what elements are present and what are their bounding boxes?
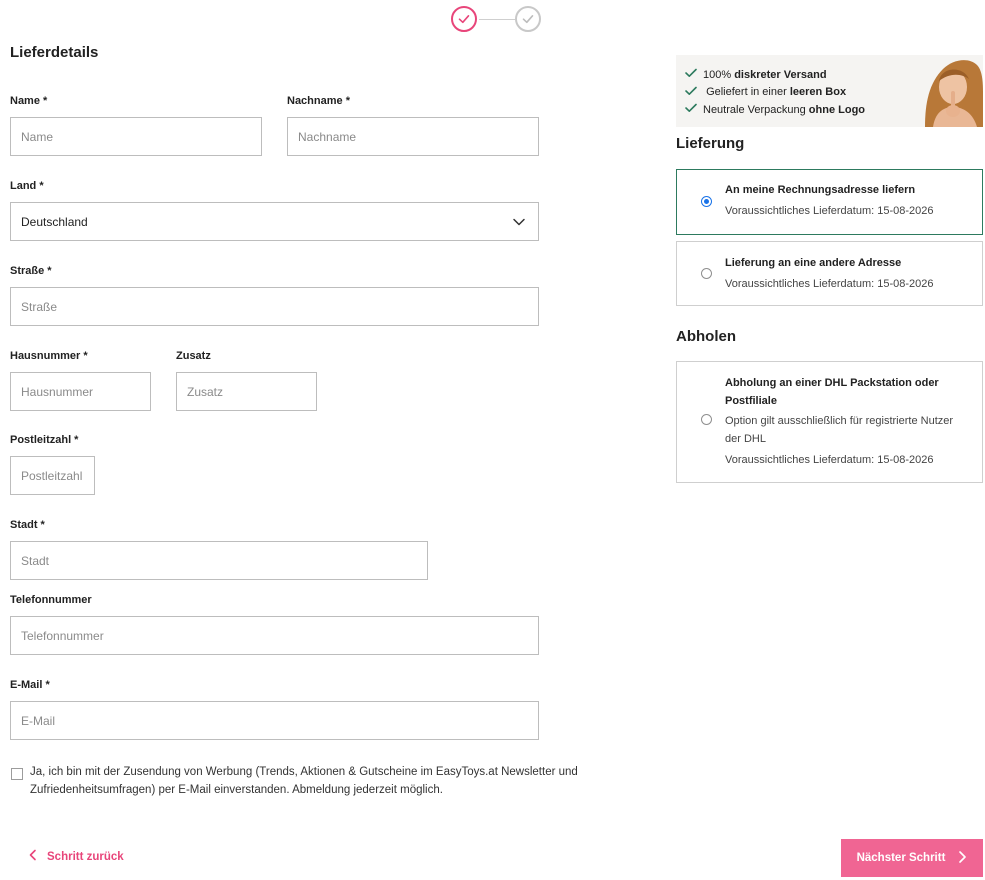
check-icon (685, 103, 697, 116)
street-label: Straße * (10, 265, 52, 277)
discreet-shipping-banner: 100% diskreter Versand Geliefert in eine… (676, 55, 983, 127)
country-select-value: Deutschland (21, 214, 88, 229)
country-select[interactable]: Deutschland (10, 202, 539, 241)
back-step-link[interactable]: Schritt zurück (28, 849, 124, 864)
woman-photo (911, 55, 983, 127)
zip-label: Postleitzahl * (10, 434, 79, 446)
banner-item-text: 100% diskreter Versand (703, 68, 827, 81)
delivery-option-billing-address[interactable]: An meine Rechnungsadresse liefern Voraus… (676, 169, 983, 235)
addition-input[interactable] (176, 372, 317, 411)
pickup-title: Abholen (676, 328, 736, 345)
banner-item-text: Geliefert in einer leeren Box (706, 86, 847, 99)
delivery-option-radio[interactable] (701, 196, 712, 207)
step-connector (479, 19, 515, 20)
email-input[interactable] (10, 701, 539, 740)
checkout-stepper (451, 6, 543, 34)
step-2-check-icon (515, 6, 541, 32)
back-step-label: Schritt zurück (47, 850, 124, 863)
house-number-input[interactable] (10, 372, 151, 411)
city-label: Stadt * (10, 519, 45, 531)
newsletter-checkbox[interactable] (11, 768, 23, 780)
name-input[interactable] (10, 117, 262, 156)
house-number-label: Hausnummer * (10, 350, 88, 362)
addition-label: Zusatz (176, 350, 211, 362)
pickup-option-title-line1: Abholung an einer DHL Packstation oder (725, 377, 939, 389)
chevron-down-icon (512, 215, 526, 232)
country-label: Land * (10, 180, 44, 192)
pickup-option-note-line2: der DHL (725, 433, 766, 445)
delivery-option-title: An meine Rechnungsadresse liefern (725, 184, 916, 196)
delivery-option-date: Voraussichtliches Lieferdatum: 15-08-202… (725, 205, 934, 217)
newsletter-consent-text: Ja, ich bin mit der Zusendung von Werbun… (30, 766, 578, 796)
banner-item: 100% diskreter Versand (685, 66, 865, 84)
name-label: Name * (10, 95, 48, 107)
form-title: Lieferdetails (10, 44, 99, 61)
next-step-label: Nächster Schritt (856, 852, 946, 864)
banner-item: Neutrale Verpackung ohne Logo (685, 101, 865, 119)
delivery-option-other-address[interactable]: Lieferung an eine andere Adresse Vorauss… (676, 241, 983, 306)
pickup-option-note-line1: Option gilt ausschließlich für registrie… (725, 415, 954, 427)
delivery-option-radio[interactable] (701, 268, 712, 279)
next-step-button[interactable]: Nächster Schritt (841, 839, 983, 877)
lastname-label: Nachname * (287, 95, 350, 107)
city-input[interactable] (10, 541, 428, 580)
zip-input[interactable] (10, 456, 95, 495)
email-label: E-Mail * (10, 679, 50, 691)
chevron-left-icon (28, 849, 38, 864)
banner-item-text: Neutrale Verpackung ohne Logo (703, 103, 866, 116)
pickup-option-date: Voraussichtliches Lieferdatum: 15-08-202… (725, 454, 934, 466)
pickup-option-title-line2: Postfiliale (725, 395, 777, 407)
check-icon (685, 86, 697, 99)
delivery-option-title: Lieferung an eine andere Adresse (725, 257, 902, 269)
pickup-option-radio[interactable] (701, 414, 712, 425)
street-input[interactable] (10, 287, 539, 326)
delivery-option-date: Voraussichtliches Lieferdatum: 15-08-202… (725, 278, 934, 290)
phone-input[interactable] (10, 616, 539, 655)
step-1-check-icon (451, 6, 477, 32)
phone-label: Telefonnummer (10, 594, 92, 606)
lastname-input[interactable] (287, 117, 539, 156)
chevron-right-icon (957, 850, 967, 867)
pickup-option-dhl[interactable]: Abholung an einer DHL Packstation oder P… (676, 361, 983, 483)
delivery-title: Lieferung (676, 135, 745, 152)
check-icon (685, 68, 697, 81)
banner-item: Geliefert in einer leeren Box (685, 84, 865, 102)
